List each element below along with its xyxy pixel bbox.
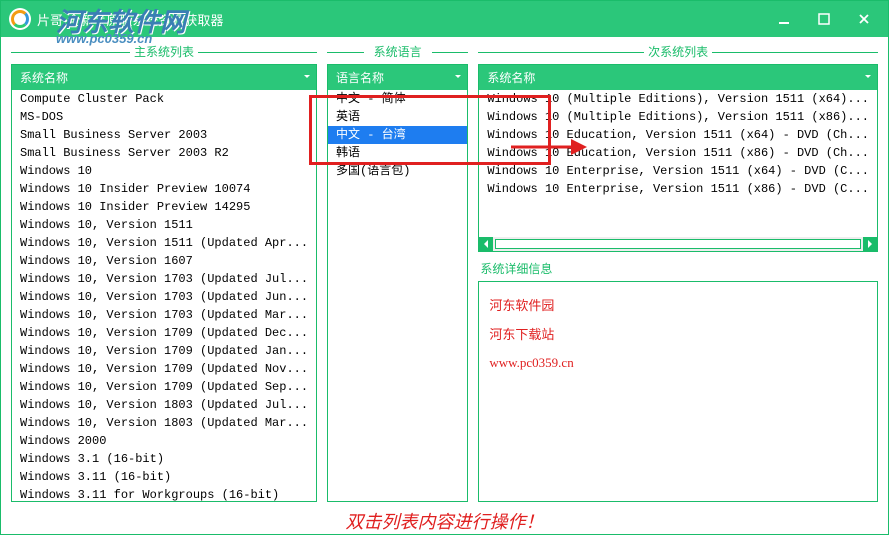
- list-item[interactable]: 韩语: [328, 144, 467, 162]
- detail-box: 河东软件园 河东下载站 www.pc0359.cn: [478, 281, 878, 502]
- list-item[interactable]: Small Business Server 2003: [12, 126, 316, 144]
- left-listbox: 系统名称 Compute Cluster PackMS-DOSSmall Bus…: [11, 64, 317, 502]
- list-item[interactable]: 中文 - 台湾: [328, 126, 467, 144]
- detail-line2: 河东下载站: [489, 321, 867, 350]
- list-item[interactable]: Windows 10, Version 1709 (Updated Jan...: [12, 342, 316, 360]
- list-item[interactable]: Windows 10 Enterprise, Version 1511 (x86…: [479, 180, 877, 198]
- list-item[interactable]: Windows 10, Version 1803 (Updated Mar...: [12, 414, 316, 432]
- right-listbox: 系统名称 Windows 10 (Multiple Editions), Ver…: [478, 64, 878, 252]
- list-item[interactable]: 多国(语言包): [328, 162, 467, 180]
- list-item[interactable]: Windows 2000: [12, 432, 316, 450]
- list-item[interactable]: Windows 10, Version 1511: [12, 216, 316, 234]
- detail-line1: 河东软件园: [489, 292, 867, 321]
- minimize-button[interactable]: [764, 5, 804, 33]
- list-item[interactable]: MS-DOS: [12, 108, 316, 126]
- right-panel-title: 次系统列表: [478, 43, 878, 60]
- list-item[interactable]: Windows 10 Insider Preview 14295: [12, 198, 316, 216]
- list-item[interactable]: 中文 - 简体: [328, 90, 467, 108]
- list-item[interactable]: Windows 3.11 (16-bit): [12, 468, 316, 486]
- list-item[interactable]: Windows 10 Insider Preview 10074: [12, 180, 316, 198]
- list-item[interactable]: Windows 10, Version 1703 (Updated Jun...: [12, 288, 316, 306]
- list-item[interactable]: Small Business Server 2003 R2: [12, 144, 316, 162]
- left-list-body[interactable]: Compute Cluster PackMS-DOSSmall Business…: [12, 90, 316, 501]
- list-item[interactable]: Windows 10, Version 1803 (Updated Jul...: [12, 396, 316, 414]
- maximize-button[interactable]: [804, 5, 844, 33]
- middle-list-body[interactable]: 中文 - 简体英语中文 - 台湾韩语多国(语言包): [328, 90, 467, 501]
- list-item[interactable]: Windows 10, Version 1709 (Updated Nov...: [12, 360, 316, 378]
- list-item[interactable]: Compute Cluster Pack: [12, 90, 316, 108]
- middle-listbox: 语言名称 中文 - 简体英语中文 - 台湾韩语多国(语言包): [327, 64, 468, 502]
- right-hscroll[interactable]: [479, 237, 877, 251]
- scroll-right-icon[interactable]: [863, 237, 877, 251]
- list-item[interactable]: Windows 10, Version 1607: [12, 252, 316, 270]
- left-column-header[interactable]: 系统名称: [12, 65, 316, 90]
- list-item[interactable]: Windows 10 Enterprise, Version 1511 (x64…: [479, 162, 877, 180]
- scroll-left-icon[interactable]: [479, 237, 493, 251]
- close-button[interactable]: [844, 5, 884, 33]
- list-item[interactable]: Windows 3.11 for Workgroups (16-bit): [12, 486, 316, 501]
- list-item[interactable]: Windows 10 Education, Version 1511 (x86)…: [479, 144, 877, 162]
- right-list-body[interactable]: Windows 10 (Multiple Editions), Version …: [479, 90, 877, 237]
- scroll-track[interactable]: [495, 239, 861, 249]
- list-item[interactable]: Windows 10, Version 1703 (Updated Jul...: [12, 270, 316, 288]
- list-item[interactable]: Windows 3.1 (16-bit): [12, 450, 316, 468]
- list-item[interactable]: Windows 10, Version 1709 (Updated Sep...: [12, 378, 316, 396]
- list-item[interactable]: Windows 10, Version 1703 (Updated Mar...: [12, 306, 316, 324]
- middle-column-header[interactable]: 语言名称: [328, 65, 467, 90]
- list-item[interactable]: Windows 10, Version 1709 (Updated Dec...: [12, 324, 316, 342]
- list-item[interactable]: Windows 10 Education, Version 1511 (x64)…: [479, 126, 877, 144]
- list-item[interactable]: Windows 10: [12, 162, 316, 180]
- left-panel-title: 主系统列表: [11, 43, 317, 60]
- list-item[interactable]: Windows 10, Version 1511 (Updated Apr...: [12, 234, 316, 252]
- app-logo-icon: [9, 8, 31, 30]
- middle-panel-title: 系统语言: [327, 43, 468, 60]
- footer-hint: 双击列表内容进行操作！: [1, 506, 888, 534]
- detail-label: 系统详细信息: [480, 260, 876, 277]
- list-item[interactable]: 英语: [328, 108, 467, 126]
- list-item[interactable]: Windows 10 (Multiple Editions), Version …: [479, 90, 877, 108]
- right-column-header[interactable]: 系统名称: [479, 65, 877, 90]
- detail-line3: www.pc0359.cn: [489, 349, 867, 378]
- list-item[interactable]: Windows 10 (Multiple Editions), Version …: [479, 108, 877, 126]
- titlebar: 片哥-全新等原版系统资源获取器: [1, 1, 888, 37]
- window-title: 片哥-全新等原版系统资源获取器: [37, 10, 223, 29]
